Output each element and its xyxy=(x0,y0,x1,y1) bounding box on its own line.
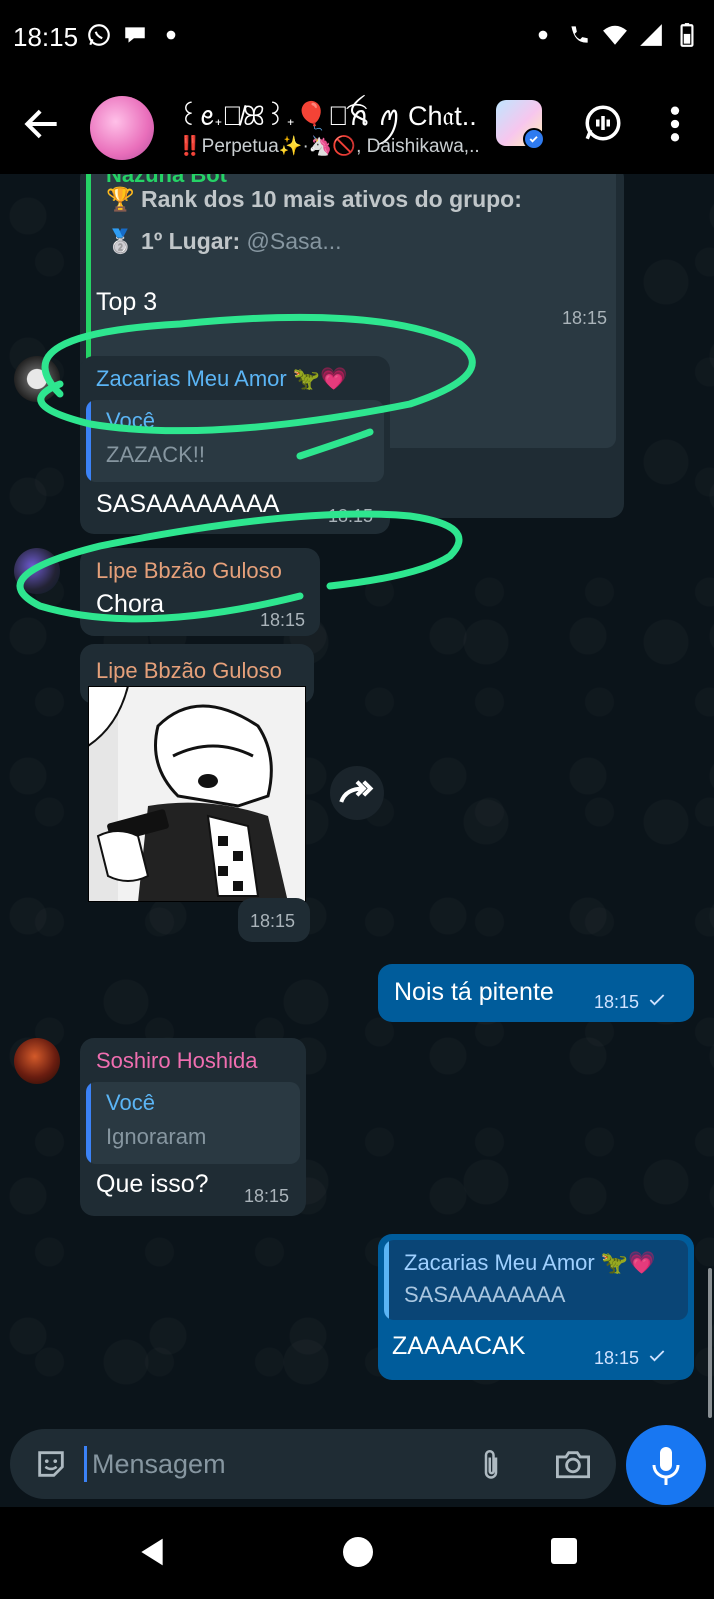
sent-check-icon xyxy=(649,1350,665,1362)
whatsapp-icon xyxy=(88,24,110,46)
image-attachment[interactable] xyxy=(88,686,306,902)
message-time: 18:15 xyxy=(594,992,640,1012)
message-time: 18:15 xyxy=(250,911,296,931)
participant-name: Perpetua✨·🦄🚫 xyxy=(201,136,357,157)
message-input[interactable] xyxy=(92,1441,452,1487)
sticker-icon[interactable] xyxy=(34,1447,68,1481)
scrollbar[interactable] xyxy=(708,1268,712,1418)
forward-arrow-icon xyxy=(339,780,374,803)
microphone-button[interactable] xyxy=(626,1425,706,1505)
message-list[interactable]: Nazuna Bot 🏆 Rank dos 10 mais ativos do … xyxy=(0,174,714,1419)
message-input-container xyxy=(10,1429,616,1499)
back-arrow-icon[interactable] xyxy=(20,102,64,146)
nav-home-icon[interactable] xyxy=(343,1537,373,1567)
double-exclamation-icon: ‼️ xyxy=(178,136,202,157)
outgoing-message-bubble[interactable]: Zacarias Meu Amor 🦖💗 SASAAAAAAAA ZAAAACA… xyxy=(378,1234,694,1380)
status-notifications xyxy=(86,22,184,48)
battery-icon xyxy=(680,23,694,47)
paperclip-icon[interactable] xyxy=(476,1447,506,1483)
message-text: ZAAAACAK xyxy=(392,1332,526,1360)
wifi-call-icon xyxy=(571,26,588,43)
message-time: 18:15 xyxy=(244,1186,290,1206)
chat-header: ꒰ꫀ𝅄ᰔ̸ꕤ꒱𝅄🎈ꪆ͡ꫝ ꪑ Ch𝔞t... ‼️Perpetua✨·🦄🚫, D… xyxy=(0,78,714,174)
group-avatar[interactable] xyxy=(90,96,154,160)
verified-badge-icon xyxy=(523,128,545,150)
nav-back-icon[interactable] xyxy=(136,1535,168,1569)
status-bar: 18:15 xyxy=(0,0,714,78)
sender-avatar[interactable] xyxy=(14,1038,60,1084)
forward-button[interactable] xyxy=(330,766,384,820)
message-time: 18:15 xyxy=(594,1348,640,1368)
voice-chat-icon[interactable] xyxy=(582,102,624,144)
group-participants[interactable]: ‼️Perpetua✨·🦄🚫, Daishikawa,... xyxy=(178,134,478,158)
quoted-message[interactable]: Você Ignoraram xyxy=(86,1082,300,1164)
microphone-icon xyxy=(652,1447,680,1485)
wifi-icon xyxy=(603,25,627,45)
green-annotation-circle-2 xyxy=(16,510,463,623)
system-navigation-bar xyxy=(0,1507,714,1599)
sender-name: Soshiro Hoshida xyxy=(96,1048,258,1073)
outgoing-message-bubble[interactable]: Nois tá pitente 18:15 xyxy=(378,964,694,1022)
camera-icon[interactable] xyxy=(554,1447,592,1481)
message-text: Que isso? xyxy=(96,1170,209,1198)
quote-author: Você xyxy=(106,1090,155,1115)
chat-bubble-icon xyxy=(125,27,145,43)
status-system-icons xyxy=(530,22,700,48)
quote-author: Zacarias Meu Amor 🦖💗 xyxy=(404,1250,656,1275)
quote-text: Ignoraram xyxy=(106,1124,207,1149)
image-time-pill: 18:15 xyxy=(238,898,310,942)
status-time: 18:15 xyxy=(13,22,79,52)
more-options-icon[interactable] xyxy=(662,104,688,144)
dot-icon xyxy=(166,30,176,40)
message-text: Nois tá pitente xyxy=(394,978,554,1006)
quote-text: SASAAAAAAAA xyxy=(404,1282,566,1307)
quoted-message[interactable]: Zacarias Meu Amor 🦖💗 SASAAAAAAAA xyxy=(384,1240,688,1320)
nav-recents-icon[interactable] xyxy=(551,1538,577,1564)
sent-check-icon xyxy=(649,994,665,1006)
dot-icon xyxy=(538,30,548,40)
manga-panel-image xyxy=(88,686,306,902)
message-bubble[interactable]: Soshiro Hoshida Você Ignoraram Que isso?… xyxy=(80,1038,306,1216)
composer xyxy=(0,1419,714,1507)
text-caret xyxy=(84,1446,87,1482)
signal-icon xyxy=(640,24,662,46)
participants-rest: , Daishikawa,... xyxy=(356,136,478,157)
